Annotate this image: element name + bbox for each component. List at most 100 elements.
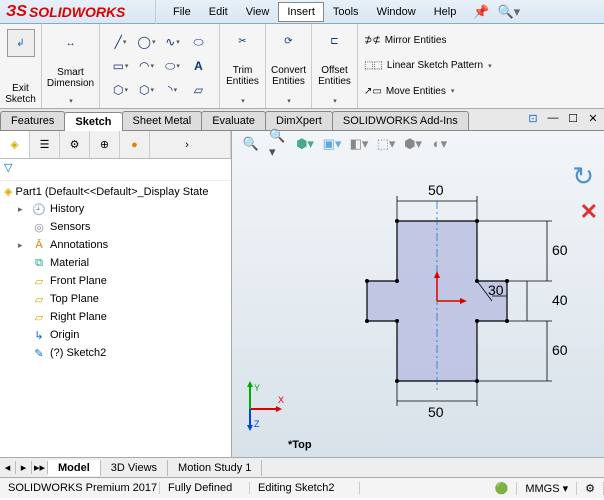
convert-entities-button[interactable]: ⟳ Convert Entities ▾ xyxy=(266,24,312,108)
tree-tab-feature[interactable]: ◈ xyxy=(0,131,30,158)
trim-entities-button[interactable]: ✂ Trim Entities ▾ xyxy=(220,24,266,108)
arc-tool-icon[interactable]: ◠▾ xyxy=(138,59,156,73)
exit-sketch-icon: ↲ xyxy=(16,38,24,49)
tree-item[interactable]: ✎ (?) Sketch2 xyxy=(0,344,231,362)
tree-item[interactable]: ▱Top Plane xyxy=(0,290,231,308)
app-name: SOLIDWORKS xyxy=(29,4,125,20)
material-icon: ⧉ xyxy=(32,256,46,270)
view-orientation-icon[interactable]: ⬢▾ xyxy=(296,135,314,153)
dim-bottom: 50 xyxy=(428,404,444,420)
history-icon: 🕘 xyxy=(32,202,46,216)
polygon-tool-icon[interactable]: ⬡▾ xyxy=(112,83,130,97)
tree-tab-expand[interactable]: › xyxy=(150,131,231,158)
tree-filter[interactable]: ▽ xyxy=(0,159,231,181)
mirror-entities-button[interactable]: ⊅⊄ Mirror Entities xyxy=(364,35,598,46)
tree-item-label: Front Plane xyxy=(50,275,107,287)
ellipse-tool-icon[interactable]: ⬭ xyxy=(190,35,208,49)
tree-item[interactable]: ⧉Material xyxy=(0,254,231,272)
point-tool-icon[interactable]: ⬡▾ xyxy=(138,83,156,97)
status-gear-icon[interactable]: ⚙ xyxy=(577,482,604,495)
expand-icon[interactable]: ▸ xyxy=(18,240,28,251)
tree-tabs: ◈ ☰ ⚙ ⊕ ● › xyxy=(0,131,231,159)
tree-tab-property[interactable]: ☰ xyxy=(30,131,60,158)
tree-item-label: (?) Sketch2 xyxy=(50,347,106,359)
close-sketch-icon[interactable]: ✕ xyxy=(580,199,598,225)
bottom-tab-3dviews[interactable]: 3D Views xyxy=(101,460,168,476)
bottom-tab-motion[interactable]: Motion Study 1 xyxy=(168,460,262,476)
fillet-tool-icon[interactable]: ◝▾ xyxy=(164,83,182,97)
sensors-icon: ◎ xyxy=(32,220,46,234)
dim-top: 50 xyxy=(428,182,444,198)
linear-pattern-button[interactable]: ⬚⬚ Linear Sketch Pattern▾ xyxy=(364,60,598,71)
search-icon[interactable]: 🔍▾ xyxy=(498,4,521,20)
tab-sheet-metal[interactable]: Sheet Metal xyxy=(122,111,203,130)
tab-features[interactable]: Features xyxy=(0,111,65,130)
menu-insert[interactable]: Insert xyxy=(278,2,324,22)
tree-item[interactable]: ▱Right Plane xyxy=(0,308,231,326)
menu-help[interactable]: Help xyxy=(425,2,466,22)
menu-view[interactable]: View xyxy=(237,2,279,22)
trim-label: Trim Entities xyxy=(225,65,260,87)
rectangle-tool-icon[interactable]: ▭▾ xyxy=(112,59,130,73)
convert-icon: ⟳ xyxy=(284,36,292,47)
tab-prev-button[interactable]: ◂ xyxy=(0,461,16,474)
tree-tab-config[interactable]: ⚙ xyxy=(60,131,90,158)
ds-logo-icon: ЗS xyxy=(6,3,27,21)
appearance-drop-icon[interactable]: ⬢▾ xyxy=(404,135,422,153)
maximize-icon[interactable]: ☐ xyxy=(566,111,580,125)
offset-entities-button[interactable]: ⊏ Offset Entities ▾ xyxy=(312,24,358,108)
minimize-icon[interactable]: ― xyxy=(546,111,560,125)
move-entities-button[interactable]: ↗▭ Move Entities▾ xyxy=(364,86,598,97)
tab-sketch[interactable]: Sketch xyxy=(64,112,122,131)
smart-dimension-button[interactable]: ↔ Smart Dimension ▾ xyxy=(42,24,100,108)
section-view-icon[interactable]: ◧▾ xyxy=(350,135,368,153)
plane-tool-icon[interactable]: ▱ xyxy=(190,83,208,97)
tree-item[interactable]: ▱Front Plane xyxy=(0,272,231,290)
property-icon: ☰ xyxy=(40,138,50,151)
slot-tool-icon[interactable]: ⬭▾ xyxy=(164,59,182,73)
menu-file[interactable]: File xyxy=(164,2,200,22)
sketch-tools-group: ╱▾ ◯▾ ∿▾ ⬭ ▭▾ ◠▾ ⬭▾ A ⬡▾ ⬡▾ ◝▾ ▱ xyxy=(100,24,220,108)
tree-tab-appearance[interactable]: ● xyxy=(120,131,150,158)
graphics-viewport[interactable]: 🔍 🔍▾ ⬢▾ ▣▾ ◧▾ ⬚▾ ⬢▾ ◐▾ ↻ ✕ xyxy=(232,131,604,457)
tree-item[interactable]: ▸🕘History xyxy=(0,200,231,218)
status-bar: SOLIDWORKS Premium 2017 x64 E… Fully Def… xyxy=(0,477,604,498)
tree-item[interactable]: ↳Origin xyxy=(0,326,231,344)
title-bar: ЗS SOLIDWORKS File Edit View Insert Tool… xyxy=(0,0,604,24)
spline-tool-icon[interactable]: ∿▾ xyxy=(164,35,182,49)
tab-evaluate[interactable]: Evaluate xyxy=(201,111,266,130)
menu-tools[interactable]: Tools xyxy=(324,2,368,22)
exit-sketch-button[interactable]: ↲ Exit Sketch xyxy=(0,24,42,108)
hide-show-icon[interactable]: ◐▾ xyxy=(431,135,449,153)
zoom-area-icon[interactable]: 🔍▾ xyxy=(269,135,287,153)
status-units[interactable]: MMGS ▾ xyxy=(517,482,577,495)
text-tool-icon[interactable]: A xyxy=(190,59,208,73)
scene-icon[interactable]: ⬚▾ xyxy=(377,135,395,153)
tree-root-item[interactable]: ◈ Part1 (Default<<Default>_Display State xyxy=(0,183,231,200)
tree-item[interactable]: ▸ĀAnnotations xyxy=(0,236,231,254)
sketch-icon: ✎ xyxy=(32,346,46,360)
smart-dimension-icon: ↔ xyxy=(66,38,76,49)
tree-item[interactable]: ◎Sensors xyxy=(0,218,231,236)
pin-icon[interactable]: 📌 xyxy=(473,4,489,20)
filter-icon: ▽ xyxy=(4,162,12,174)
dim-right2: 60 xyxy=(552,342,568,358)
tab-last-button[interactable]: ▸▸ xyxy=(32,461,48,474)
menu-window[interactable]: Window xyxy=(368,2,425,22)
tab-addins[interactable]: SOLIDWORKS Add-Ins xyxy=(332,111,469,130)
expand-icon[interactable]: ▸ xyxy=(18,204,28,215)
zoom-fit-icon[interactable]: 🔍 xyxy=(242,135,260,153)
tab-next-button[interactable]: ▸ xyxy=(16,461,32,474)
display-style-icon[interactable]: ▣▾ xyxy=(323,135,341,153)
circle-tool-icon[interactable]: ◯▾ xyxy=(138,35,156,49)
caret-icon: ▾ xyxy=(69,97,73,105)
bottom-tab-model[interactable]: Model xyxy=(48,460,101,476)
exit-sketch-label: Exit Sketch xyxy=(5,83,36,105)
line-tool-icon[interactable]: ╱▾ xyxy=(112,35,130,49)
close-window-icon[interactable]: ✕ xyxy=(586,111,600,125)
tree-tab-display[interactable]: ⊕ xyxy=(90,131,120,158)
status-traffic-icon[interactable]: 🟢 xyxy=(487,482,518,495)
viewport-toolbar: 🔍 🔍▾ ⬢▾ ▣▾ ◧▾ ⬚▾ ⬢▾ ◐▾ xyxy=(242,135,449,153)
restore-icon[interactable]: ⊡ xyxy=(526,111,540,125)
menu-edit[interactable]: Edit xyxy=(200,2,237,22)
